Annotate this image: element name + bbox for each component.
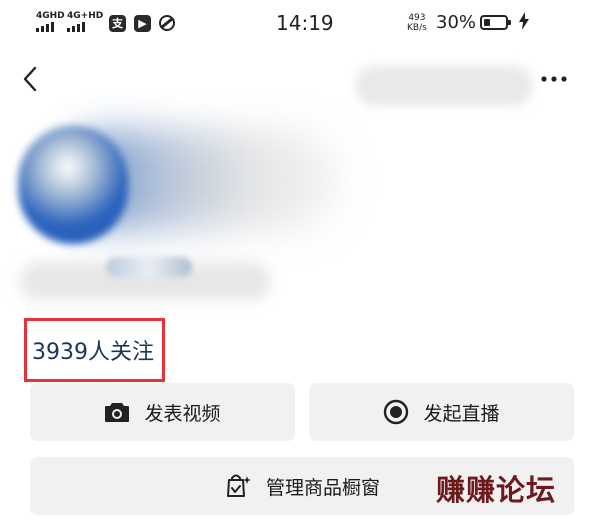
back-arrow-icon [23, 66, 37, 92]
watermark: 赚赚论坛 [436, 473, 557, 507]
post-video-label: 发表视频 [144, 402, 221, 425]
post-video-button[interactable]: 发表视频 [30, 383, 295, 441]
shopping-bag-icon [226, 474, 251, 497]
battery-icon [480, 15, 511, 30]
signal-bars-icon [36, 21, 65, 32]
avatar[interactable] [18, 126, 128, 244]
followers-count[interactable]: 3939人关注 [32, 334, 154, 366]
signal-label-1: 4GHD [36, 11, 65, 21]
manage-showcase-label: 管理商品橱窗 [265, 476, 380, 499]
network-speed: 493 KB/s [407, 13, 427, 33]
signal-indicator-2: 4G+HD [67, 12, 103, 32]
status-time: 14:19 [276, 11, 334, 35]
camera-icon [105, 403, 130, 422]
start-live-button[interactable]: 发起直播 [309, 383, 574, 441]
blurred-account-name [355, 66, 533, 106]
play-notification-icon: ▶ [134, 15, 151, 32]
signal-bars-icon [67, 21, 103, 32]
start-live-label: 发起直播 [423, 402, 500, 425]
record-icon [384, 399, 409, 425]
network-speed-value: 493 [408, 13, 426, 23]
battery-percent: 30% [436, 12, 477, 33]
charging-bolt-icon [519, 12, 529, 34]
back-button[interactable] [14, 62, 48, 96]
signal-label-2: 4G+HD [67, 11, 104, 21]
link-notification-icon [158, 14, 176, 36]
network-speed-unit: KB/s [407, 23, 427, 33]
status-bar: 4GHD 4G+HD 支 ▶ 14:19 493 KB/s 30% [0, 0, 593, 48]
signal-indicator-1: 4GHD [36, 12, 65, 32]
more-dots-icon [541, 76, 567, 82]
blurred-bio-image [106, 257, 192, 277]
app-notification-icon: 支 [109, 15, 126, 32]
more-options-button[interactable] [534, 66, 574, 92]
